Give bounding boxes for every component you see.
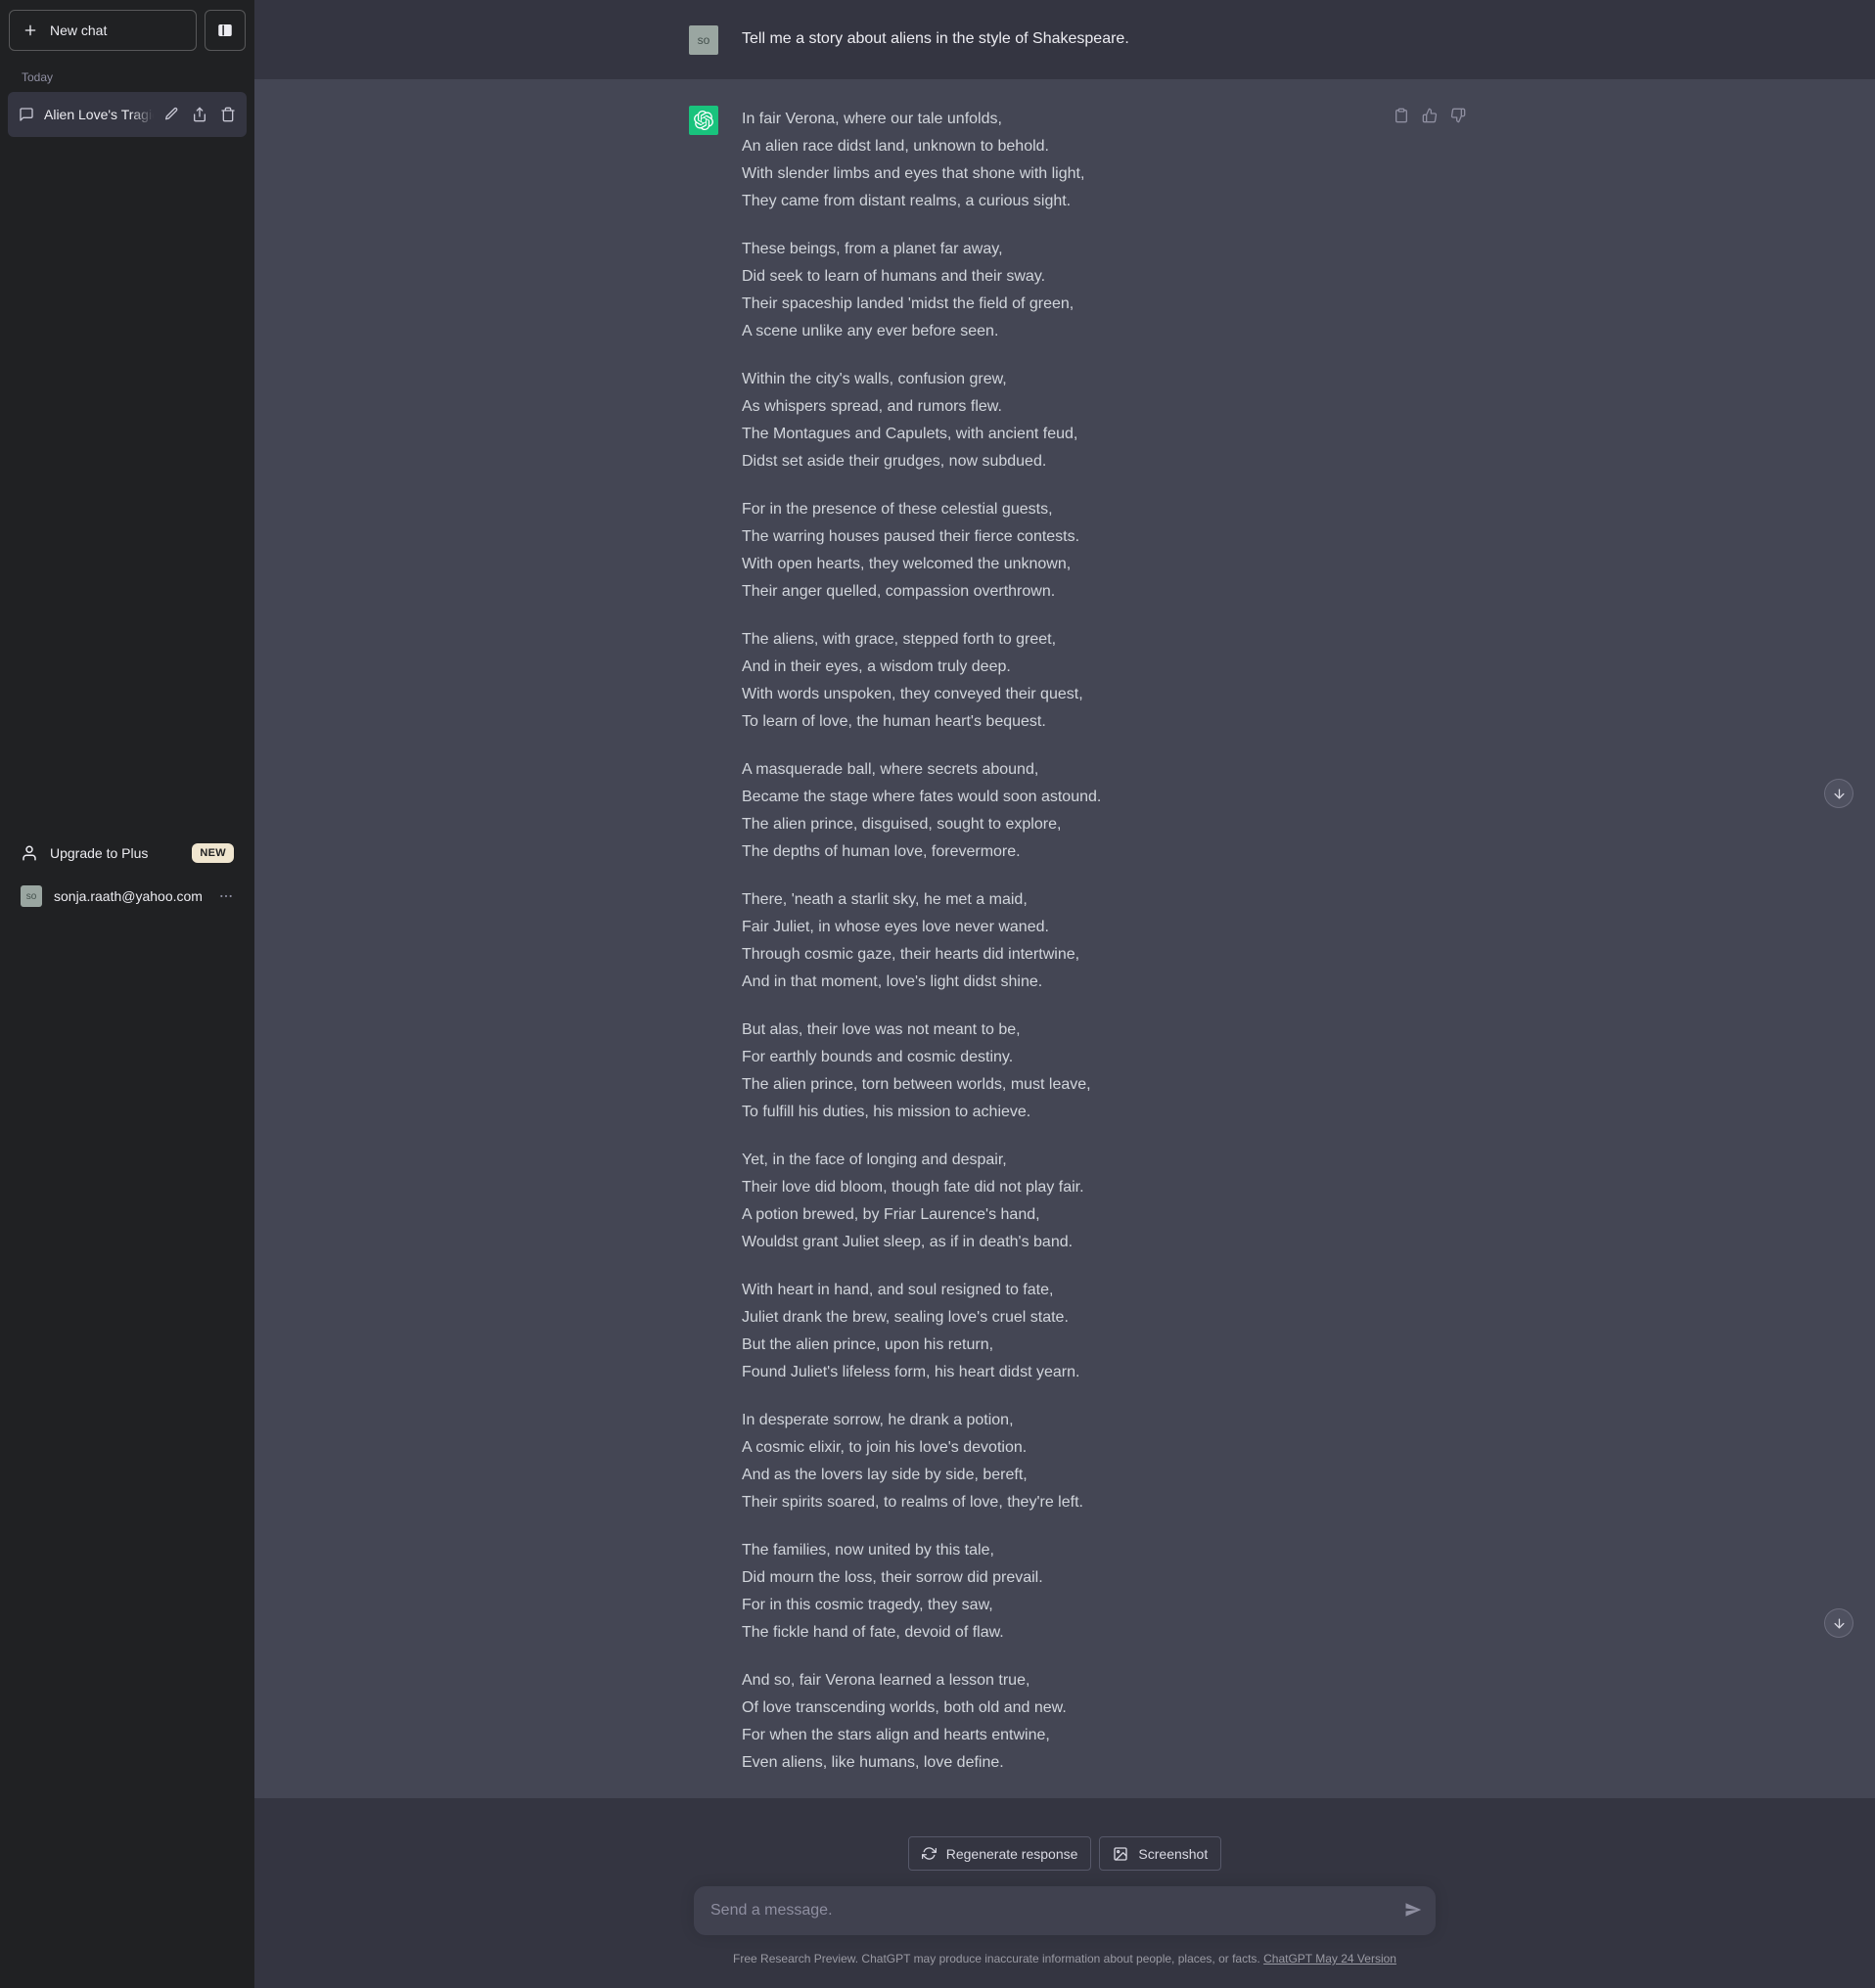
openai-logo-icon	[694, 111, 713, 130]
poem-stanza: A masquerade ball, where secrets abound,…	[742, 756, 1441, 866]
chatgpt-avatar	[689, 106, 718, 135]
arrow-down-icon	[1832, 1616, 1847, 1631]
account-email: sonja.raath@yahoo.com	[54, 888, 203, 904]
share-icon[interactable]	[192, 107, 207, 122]
sidebar: New chat Today Alien Love's Tragic T	[0, 0, 254, 1988]
delete-icon[interactable]	[220, 107, 236, 122]
plus-icon	[23, 23, 38, 38]
poem-stanza: In fair Verona, where our tale unfolds,A…	[742, 106, 1441, 215]
scroll-to-bottom-button[interactable]	[1824, 1608, 1853, 1638]
assistant-message-text: In fair Verona, where our tale unfolds,A…	[742, 106, 1441, 1777]
message-actions	[1394, 108, 1466, 123]
thumbs-down-icon[interactable]	[1450, 108, 1466, 123]
poem-stanza: But alas, their love was not meant to be…	[742, 1017, 1441, 1126]
copy-icon[interactable]	[1394, 108, 1409, 123]
sidebar-header: New chat	[0, 0, 254, 51]
footer-disclaimer: Free Research Preview. ChatGPT may produ…	[254, 1952, 1875, 1965]
sidebar-toggle-icon	[216, 22, 234, 39]
poem-stanza: The families, now united by this tale,Di…	[742, 1537, 1441, 1647]
sidebar-bottom-menu: Upgrade to Plus NEW so sonja.raath@yahoo…	[0, 832, 254, 918]
poem-stanza: Yet, in the face of longing and despair,…	[742, 1147, 1441, 1256]
more-options-icon[interactable]	[218, 888, 234, 904]
poem-stanza: Within the city's walls, confusion grew,…	[742, 366, 1441, 475]
regenerate-icon	[922, 1846, 937, 1861]
sidebar-chat-item[interactable]: Alien Love's Tragic T	[8, 92, 247, 137]
user-message-text: Tell me a story about aliens in the styl…	[742, 25, 1441, 53]
upgrade-to-plus-item[interactable]: Upgrade to Plus NEW	[8, 832, 247, 875]
new-chat-label: New chat	[50, 23, 107, 38]
account-avatar: so	[21, 885, 42, 907]
poem-stanza: There, 'neath a starlit sky, he met a ma…	[742, 886, 1441, 996]
account-menu-item[interactable]: so sonja.raath@yahoo.com	[8, 875, 247, 918]
poem-stanza: In desperate sorrow, he drank a potion,A…	[742, 1407, 1441, 1516]
upgrade-label: Upgrade to Plus	[50, 845, 148, 861]
poem-stanza: And so, fair Verona learned a lesson tru…	[742, 1667, 1441, 1777]
message-input[interactable]	[694, 1886, 1436, 1935]
poem-stanza: The aliens, with grace, stepped forth to…	[742, 626, 1441, 736]
composer	[694, 1886, 1436, 1935]
image-icon	[1113, 1846, 1128, 1862]
sidebar-section-today: Today	[0, 70, 254, 84]
poem-stanza: With heart in hand, and soul resigned to…	[742, 1277, 1441, 1386]
response-buttons: Regenerate response Screenshot	[254, 1798, 1875, 1871]
new-chat-button[interactable]: New chat	[9, 10, 197, 51]
chat-main: so Tell me a story about aliens in the s…	[254, 0, 1875, 1988]
user-message-row: so Tell me a story about aliens in the s…	[254, 0, 1875, 79]
regenerate-response-button[interactable]: Regenerate response	[908, 1836, 1092, 1871]
send-icon	[1404, 1901, 1422, 1919]
arrow-down-icon	[1832, 787, 1847, 801]
poem-stanza: For in the presence of these celestial g…	[742, 496, 1441, 606]
disclaimer-text: Free Research Preview. ChatGPT may produ…	[733, 1952, 1260, 1965]
composer-area: Regenerate response Screenshot	[254, 1798, 1875, 1988]
user-avatar: so	[689, 25, 718, 55]
version-link[interactable]: ChatGPT May 24 Version	[1263, 1952, 1396, 1965]
chatgpt-app: New chat Today Alien Love's Tragic T	[0, 0, 1875, 1988]
send-button[interactable]	[1404, 1901, 1422, 1919]
edit-icon[interactable]	[163, 107, 179, 122]
sidebar-toggle-button[interactable]	[205, 10, 246, 51]
poem-stanza: These beings, from a planet far away,Did…	[742, 236, 1441, 345]
new-badge: NEW	[192, 843, 234, 863]
chat-bubble-icon	[19, 107, 34, 122]
chat-item-actions	[163, 107, 236, 122]
thumbs-up-icon[interactable]	[1422, 108, 1438, 123]
screenshot-label: Screenshot	[1138, 1846, 1208, 1862]
scroll-to-bottom-button[interactable]	[1824, 779, 1853, 808]
regenerate-label: Regenerate response	[946, 1846, 1078, 1862]
assistant-message-row: In fair Verona, where our tale unfolds,A…	[254, 79, 1875, 1798]
screenshot-button[interactable]: Screenshot	[1099, 1836, 1221, 1871]
chat-item-title: Alien Love's Tragic T	[44, 107, 154, 122]
person-icon	[21, 844, 38, 862]
